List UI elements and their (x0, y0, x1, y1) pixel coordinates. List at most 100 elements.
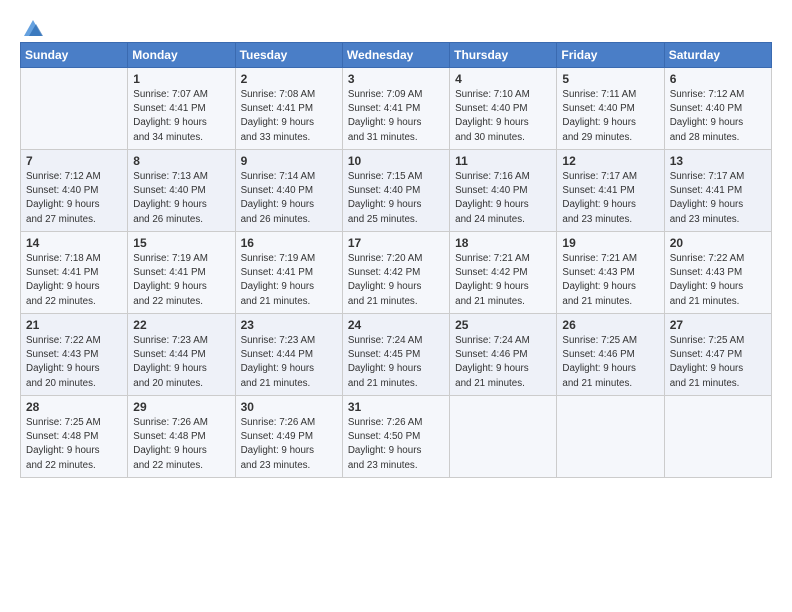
weekday-header-monday: Monday (128, 43, 235, 68)
weekday-header-sunday: Sunday (21, 43, 128, 68)
day-detail: Sunrise: 7:07 AM Sunset: 4:41 PM Dayligh… (133, 88, 229, 145)
calendar-cell: 12Sunrise: 7:17 AM Sunset: 4:41 PM Dayli… (557, 150, 664, 232)
day-detail: Sunrise: 7:08 AM Sunset: 4:41 PM Dayligh… (241, 88, 337, 145)
calendar-week-row: 21 Sunrise: 7:22 AM Sunset: 4:43 PM Dayli… (21, 314, 772, 396)
day-detail: Sunrise: 7:23 AM Sunset: 4:44 PM Dayligh… (133, 334, 229, 391)
day-detail: Sunrise: 7:10 AM Sunset: 4:40 PM Dayligh… (455, 88, 551, 145)
calendar-cell: 13 Sunrise: 7:17 AM Sunset: 4:41 PM Dayli… (664, 150, 771, 232)
day-number: 19 (562, 236, 658, 250)
calendar-page: SundayMondayTuesdayWednesdayThursdayFrid… (0, 0, 792, 612)
day-number: 24 (348, 318, 444, 332)
calendar-cell: 21 Sunrise: 7:22 AM Sunset: 4:43 PM Dayli… (21, 314, 128, 396)
calendar-cell: 24 Sunrise: 7:24 AM Sunset: 4:45 PM Dayli… (342, 314, 449, 396)
weekday-header-friday: Friday (557, 43, 664, 68)
day-detail: Sunrise: 7:14 AM Sunset: 4:40 PM Dayligh… (241, 170, 337, 227)
day-detail: Sunrise: 7:17 AM Sunset: 4:41 PM Dayligh… (562, 170, 658, 227)
day-detail: Sunrise: 7:20 AM Sunset: 4:42 PM Dayligh… (348, 252, 444, 309)
day-detail: Sunrise: 7:24 AM Sunset: 4:46 PM Dayligh… (455, 334, 551, 391)
calendar-week-row: 28 Sunrise: 7:25 AM Sunset: 4:48 PM Dayli… (21, 396, 772, 478)
calendar-week-row: 7 Sunrise: 7:12 AM Sunset: 4:40 PM Daylig… (21, 150, 772, 232)
calendar-cell: 30Sunrise: 7:26 AM Sunset: 4:49 PM Dayli… (235, 396, 342, 478)
day-detail: Sunrise: 7:19 AM Sunset: 4:41 PM Dayligh… (241, 252, 337, 309)
calendar-cell (557, 396, 664, 478)
day-detail: Sunrise: 7:21 AM Sunset: 4:43 PM Dayligh… (562, 252, 658, 309)
day-number: 3 (348, 72, 444, 86)
day-number: 20 (670, 236, 766, 250)
calendar-cell: 25 Sunrise: 7:24 AM Sunset: 4:46 PM Dayli… (450, 314, 557, 396)
day-detail: Sunrise: 7:15 AM Sunset: 4:40 PM Dayligh… (348, 170, 444, 227)
day-detail: Sunrise: 7:21 AM Sunset: 4:42 PM Dayligh… (455, 252, 551, 309)
calendar-cell (450, 396, 557, 478)
day-detail: Sunrise: 7:26 AM Sunset: 4:48 PM Dayligh… (133, 416, 229, 473)
day-number: 9 (241, 154, 337, 168)
day-number: 4 (455, 72, 551, 86)
calendar-cell: 31Sunrise: 7:26 AM Sunset: 4:50 PM Dayli… (342, 396, 449, 478)
day-number: 28 (26, 400, 122, 414)
day-number: 10 (348, 154, 444, 168)
calendar-cell: 11 Sunrise: 7:16 AM Sunset: 4:40 PM Dayli… (450, 150, 557, 232)
day-number: 25 (455, 318, 551, 332)
calendar-cell: 2 Sunrise: 7:08 AM Sunset: 4:41 PM Daylig… (235, 68, 342, 150)
day-detail: Sunrise: 7:13 AM Sunset: 4:40 PM Dayligh… (133, 170, 229, 227)
day-number: 22 (133, 318, 229, 332)
day-number: 21 (26, 318, 122, 332)
day-number: 11 (455, 154, 551, 168)
calendar-cell: 14 Sunrise: 7:18 AM Sunset: 4:41 PM Dayli… (21, 232, 128, 314)
calendar-table: SundayMondayTuesdayWednesdayThursdayFrid… (20, 42, 772, 478)
calendar-cell: 10 Sunrise: 7:15 AM Sunset: 4:40 PM Dayli… (342, 150, 449, 232)
weekday-header-saturday: Saturday (664, 43, 771, 68)
calendar-cell: 3 Sunrise: 7:09 AM Sunset: 4:41 PM Daylig… (342, 68, 449, 150)
day-number: 1 (133, 72, 229, 86)
day-detail: Sunrise: 7:11 AM Sunset: 4:40 PM Dayligh… (562, 88, 658, 145)
calendar-cell: 15Sunrise: 7:19 AM Sunset: 4:41 PM Dayli… (128, 232, 235, 314)
day-detail: Sunrise: 7:12 AM Sunset: 4:40 PM Dayligh… (26, 170, 122, 227)
calendar-cell: 20 Sunrise: 7:22 AM Sunset: 4:43 PM Dayli… (664, 232, 771, 314)
day-detail: Sunrise: 7:22 AM Sunset: 4:43 PM Dayligh… (26, 334, 122, 391)
day-detail: Sunrise: 7:16 AM Sunset: 4:40 PM Dayligh… (455, 170, 551, 227)
day-detail: Sunrise: 7:25 AM Sunset: 4:47 PM Dayligh… (670, 334, 766, 391)
weekday-header-row: SundayMondayTuesdayWednesdayThursdayFrid… (21, 43, 772, 68)
calendar-cell: 17 Sunrise: 7:20 AM Sunset: 4:42 PM Dayli… (342, 232, 449, 314)
calendar-cell: 6 Sunrise: 7:12 AM Sunset: 4:40 PM Daylig… (664, 68, 771, 150)
page-header (20, 18, 772, 36)
calendar-body: 1 Sunrise: 7:07 AM Sunset: 4:41 PM Daylig… (21, 68, 772, 478)
logo-icon (22, 18, 44, 40)
weekday-header-wednesday: Wednesday (342, 43, 449, 68)
calendar-cell (664, 396, 771, 478)
calendar-cell: 9 Sunrise: 7:14 AM Sunset: 4:40 PM Daylig… (235, 150, 342, 232)
day-number: 29 (133, 400, 229, 414)
day-number: 13 (670, 154, 766, 168)
calendar-cell: 5 Sunrise: 7:11 AM Sunset: 4:40 PM Daylig… (557, 68, 664, 150)
day-number: 16 (241, 236, 337, 250)
day-detail: Sunrise: 7:26 AM Sunset: 4:49 PM Dayligh… (241, 416, 337, 473)
calendar-cell: 29 Sunrise: 7:26 AM Sunset: 4:48 PM Dayli… (128, 396, 235, 478)
day-number: 31 (348, 400, 444, 414)
calendar-cell: 23Sunrise: 7:23 AM Sunset: 4:44 PM Dayli… (235, 314, 342, 396)
calendar-cell: 28 Sunrise: 7:25 AM Sunset: 4:48 PM Dayli… (21, 396, 128, 478)
calendar-cell: 4 Sunrise: 7:10 AM Sunset: 4:40 PM Daylig… (450, 68, 557, 150)
day-detail: Sunrise: 7:22 AM Sunset: 4:43 PM Dayligh… (670, 252, 766, 309)
day-detail: Sunrise: 7:18 AM Sunset: 4:41 PM Dayligh… (26, 252, 122, 309)
calendar-header: SundayMondayTuesdayWednesdayThursdayFrid… (21, 43, 772, 68)
calendar-cell: 7 Sunrise: 7:12 AM Sunset: 4:40 PM Daylig… (21, 150, 128, 232)
day-detail: Sunrise: 7:12 AM Sunset: 4:40 PM Dayligh… (670, 88, 766, 145)
day-number: 6 (670, 72, 766, 86)
day-number: 5 (562, 72, 658, 86)
day-number: 8 (133, 154, 229, 168)
day-number: 14 (26, 236, 122, 250)
day-number: 17 (348, 236, 444, 250)
day-detail: Sunrise: 7:25 AM Sunset: 4:48 PM Dayligh… (26, 416, 122, 473)
calendar-cell: 22 Sunrise: 7:23 AM Sunset: 4:44 PM Dayli… (128, 314, 235, 396)
day-detail: Sunrise: 7:17 AM Sunset: 4:41 PM Dayligh… (670, 170, 766, 227)
day-number: 23 (241, 318, 337, 332)
day-number: 7 (26, 154, 122, 168)
day-detail: Sunrise: 7:24 AM Sunset: 4:45 PM Dayligh… (348, 334, 444, 391)
day-number: 2 (241, 72, 337, 86)
calendar-cell: 19 Sunrise: 7:21 AM Sunset: 4:43 PM Dayli… (557, 232, 664, 314)
calendar-cell (21, 68, 128, 150)
calendar-cell: 16 Sunrise: 7:19 AM Sunset: 4:41 PM Dayli… (235, 232, 342, 314)
day-detail: Sunrise: 7:09 AM Sunset: 4:41 PM Dayligh… (348, 88, 444, 145)
calendar-cell: 8 Sunrise: 7:13 AM Sunset: 4:40 PM Daylig… (128, 150, 235, 232)
day-number: 26 (562, 318, 658, 332)
day-number: 27 (670, 318, 766, 332)
